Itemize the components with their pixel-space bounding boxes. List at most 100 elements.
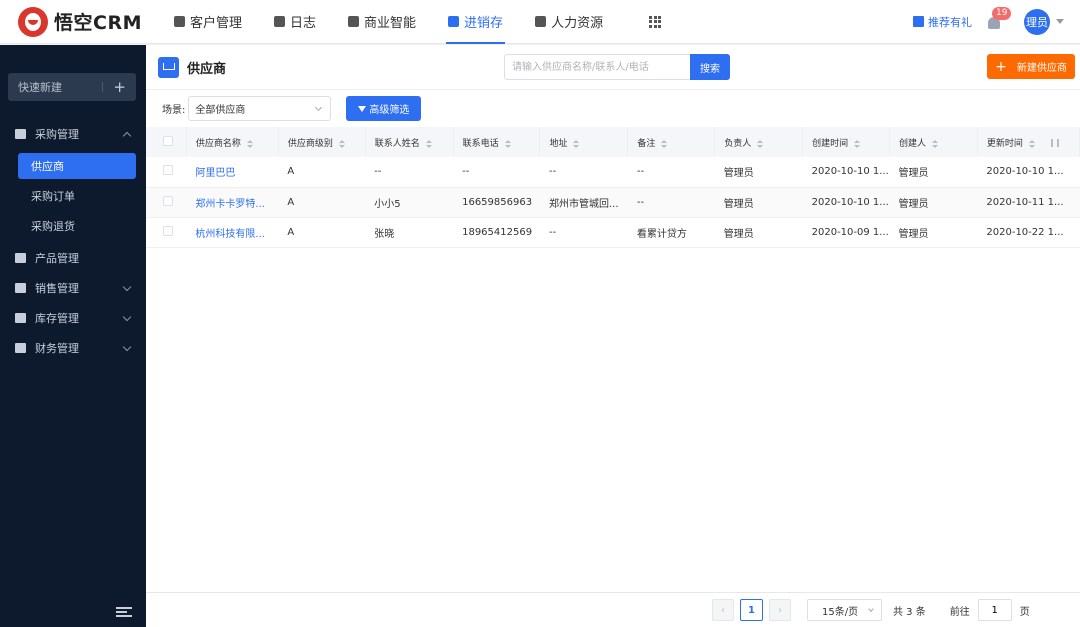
nav-item-inventory[interactable]: 进销存 bbox=[432, 0, 519, 44]
sidebar-item-purchase-return[interactable]: 采购退货 bbox=[18, 213, 136, 239]
nav-item-hr[interactable]: 人力资源 bbox=[519, 0, 619, 44]
column-header[interactable]: 联系电话 bbox=[453, 127, 541, 157]
sidebar-item-stock[interactable]: 库存管理 bbox=[0, 303, 146, 333]
plus-icon[interactable]: + bbox=[113, 78, 126, 96]
goto-page-input[interactable] bbox=[977, 599, 1012, 621]
search-button[interactable]: 搜索 bbox=[690, 54, 730, 80]
column-header[interactable]: 创建人 bbox=[889, 127, 978, 157]
sort-icon[interactable] bbox=[338, 139, 345, 148]
nav-item-journal[interactable]: 日志 bbox=[258, 0, 332, 44]
sort-icon[interactable] bbox=[757, 139, 764, 148]
page-number-current[interactable]: 1 bbox=[740, 599, 763, 621]
cart-icon bbox=[15, 129, 26, 139]
apps-menu-button[interactable] bbox=[619, 0, 691, 44]
plus-icon: + bbox=[995, 58, 1007, 75]
row-checkbox[interactable] bbox=[163, 225, 173, 236]
chevron-down-icon[interactable] bbox=[1056, 19, 1064, 24]
table-cell: 管理员 bbox=[889, 157, 978, 188]
supplier-name-link[interactable]: 杭州科技有限... bbox=[186, 217, 279, 248]
column-header[interactable]: 供应商级别 bbox=[278, 127, 366, 157]
table-cell: 2020-10-09 1... bbox=[802, 217, 890, 248]
supplier-name-link[interactable]: 阿里巴巴 bbox=[186, 157, 279, 188]
main-content: 供应商 搜索 + 新建供应商 场景: 全部供应商 高级筛选 供应商名称 供 bbox=[146, 45, 1080, 627]
column-header[interactable]: 备注 bbox=[627, 127, 716, 157]
table-cell: 2020-10-22 1... bbox=[977, 217, 1080, 248]
sidebar-menu: 采购管理 供应商 采购订单 采购退货 产品管理 销售管理 库存管理 财务管理 bbox=[0, 119, 146, 363]
sidebar-item-purchase[interactable]: 采购管理 bbox=[0, 119, 146, 149]
sort-icon[interactable] bbox=[932, 139, 939, 148]
sort-icon[interactable] bbox=[1028, 139, 1035, 148]
next-page-button[interactable]: › bbox=[769, 599, 791, 621]
sort-icon[interactable] bbox=[504, 139, 511, 148]
column-header[interactable]: 更新时间 bbox=[977, 127, 1080, 157]
table-cell: 管理员 bbox=[714, 217, 803, 248]
collapse-sidebar-icon[interactable] bbox=[116, 607, 132, 617]
search-input[interactable] bbox=[504, 54, 690, 80]
sort-icon[interactable] bbox=[246, 139, 253, 148]
advanced-filter-button[interactable]: 高级筛选 bbox=[346, 96, 422, 121]
column-header-label: 地址 bbox=[549, 138, 568, 149]
table-cell: -- bbox=[365, 157, 454, 188]
notification-button[interactable]: 19 bbox=[988, 6, 1012, 29]
warehouse-icon bbox=[15, 313, 26, 323]
table-row[interactable]: 杭州科技有限... A 张晓 18965412569 -- 看累计贷方 管理员 … bbox=[146, 217, 1080, 248]
new-supplier-button[interactable]: + 新建供应商 bbox=[987, 54, 1075, 79]
supplier-name-link[interactable]: 郑州卡卡罗特... bbox=[186, 187, 279, 218]
page-header: 供应商 搜索 + 新建供应商 bbox=[146, 45, 1080, 90]
column-header-label: 联系电话 bbox=[462, 138, 499, 149]
sidebar-item-finance[interactable]: 财务管理 bbox=[0, 333, 146, 363]
filter-icon bbox=[358, 105, 367, 112]
goto-label: 前往 bbox=[949, 606, 970, 618]
table-cell: A bbox=[278, 157, 366, 188]
new-supplier-label: 新建供应商 bbox=[1016, 63, 1067, 74]
sort-icon[interactable] bbox=[661, 139, 668, 148]
row-checkbox-cell bbox=[146, 187, 187, 218]
referral-link[interactable]: 推荐有礼 bbox=[913, 14, 972, 30]
sort-icon[interactable] bbox=[425, 139, 432, 148]
select-all-checkbox[interactable] bbox=[163, 135, 173, 146]
sidebar-item-supplier[interactable]: 供应商 bbox=[18, 153, 136, 179]
avatar[interactable]: 理员 bbox=[1024, 8, 1050, 35]
sidebar-item-product[interactable]: 产品管理 bbox=[0, 243, 146, 273]
table-cell: 看累计贷方 bbox=[627, 217, 715, 248]
column-header[interactable]: 供应商名称 bbox=[186, 127, 279, 157]
column-header[interactable]: 创建时间 bbox=[802, 127, 890, 157]
row-checkbox[interactable] bbox=[163, 165, 173, 176]
scene-label: 场景: bbox=[162, 105, 186, 116]
sort-icon[interactable] bbox=[854, 139, 861, 148]
row-checkbox[interactable] bbox=[163, 195, 173, 206]
column-header-label: 联系人姓名 bbox=[374, 138, 420, 149]
table-cell: 2020-10-10 1... bbox=[802, 187, 890, 218]
main-nav: 客户管理 日志 商业智能 进销存 人力资源 bbox=[158, 0, 691, 44]
page-size-select[interactable]: 15条/页 bbox=[807, 599, 882, 621]
table-cell: 2020-10-11 1... bbox=[977, 187, 1080, 218]
cube-icon bbox=[15, 253, 26, 263]
prev-page-button[interactable]: ‹ bbox=[712, 599, 734, 621]
nav-item-customer[interactable]: 客户管理 bbox=[158, 0, 258, 44]
column-header-label: 创建人 bbox=[899, 138, 927, 149]
top-bar: 悟空CRM 客户管理 日志 商业智能 进销存 人力资源 推荐有礼 19 理员 bbox=[0, 0, 1080, 44]
table-cell: -- bbox=[539, 217, 628, 248]
table-cell: 张晓 bbox=[365, 217, 454, 248]
nav-item-bi[interactable]: 商业智能 bbox=[332, 0, 432, 44]
column-header[interactable]: 地址 bbox=[539, 127, 629, 157]
table-cell: 16659856963 bbox=[453, 187, 540, 218]
column-settings-icon[interactable] bbox=[1050, 138, 1059, 147]
sort-icon[interactable] bbox=[573, 139, 580, 148]
nav-label: 客户管理 bbox=[190, 16, 243, 31]
quick-new-button[interactable]: 快速新建 + bbox=[8, 73, 136, 101]
scene-select[interactable]: 全部供应商 bbox=[188, 96, 332, 121]
scene-value: 全部供应商 bbox=[195, 105, 246, 116]
column-header[interactable]: 负责人 bbox=[714, 127, 804, 157]
advanced-filter-label: 高级筛选 bbox=[369, 105, 410, 116]
table-cell: 郑州市管城回... bbox=[539, 187, 628, 218]
sidebar-item-purchase-order[interactable]: 采购订单 bbox=[18, 183, 136, 209]
building-icon bbox=[174, 16, 185, 27]
sidebar-item-sales[interactable]: 销售管理 bbox=[0, 273, 146, 303]
total-count: 共 3 条 bbox=[893, 606, 926, 618]
app-logo[interactable]: 悟空CRM bbox=[0, 6, 146, 37]
column-header[interactable]: 联系人姓名 bbox=[365, 127, 454, 157]
table-row[interactable]: 郑州卡卡罗特... A 小小5 16659856963 郑州市管城回... --… bbox=[146, 187, 1080, 218]
chevron-down-icon bbox=[315, 103, 323, 112]
table-row[interactable]: 阿里巴巴 A -- -- -- -- 管理员 2020-10-10 1... 管… bbox=[146, 157, 1080, 188]
